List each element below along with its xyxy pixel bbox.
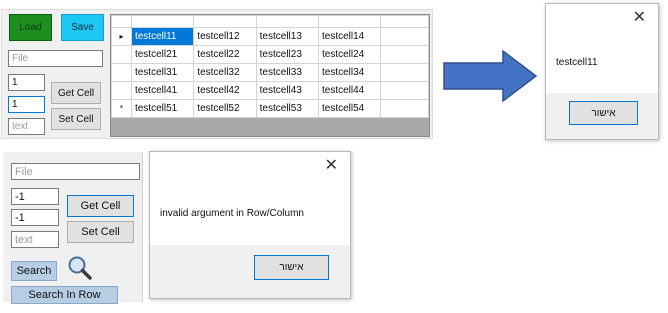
grid-cell[interactable]: [380, 27, 429, 46]
ok-button[interactable]: אישור: [254, 255, 329, 280]
row-header-current[interactable]: ▸: [111, 27, 132, 46]
grid-cell[interactable]: [380, 63, 429, 82]
table-row: testcell41 testcell42 testcell43 testcel…: [111, 81, 429, 100]
column-header[interactable]: [380, 15, 429, 28]
table-row: testcell31 testcell32 testcell33 testcel…: [111, 63, 429, 82]
grid-cell[interactable]: testcell31: [130, 63, 195, 82]
grid-cell[interactable]: testcell33: [255, 63, 320, 82]
get-cell-button[interactable]: Get Cell: [51, 82, 101, 104]
table-row: ▸ testcell11 testcell12 testcell13 testc…: [111, 27, 429, 46]
file-field[interactable]: File: [11, 163, 140, 180]
table-row: testcell21 testcell22 testcell23 testcel…: [111, 45, 429, 64]
message-dialog-error: ✕ invalid argument in Row/Column אישור: [149, 151, 351, 299]
load-button[interactable]: Load: [9, 14, 52, 41]
data-grid[interactable]: ▸ testcell11 testcell12 testcell13 testc…: [110, 14, 430, 137]
row-header-new[interactable]: *: [111, 99, 132, 118]
grid-cell[interactable]: [380, 99, 429, 118]
dialog-footer: אישור: [150, 245, 350, 298]
file-field[interactable]: File: [8, 50, 103, 67]
grid-cell[interactable]: testcell54: [317, 99, 382, 118]
grid-cell[interactable]: testcell23: [255, 45, 320, 64]
right-arrow-icon: [443, 50, 538, 102]
row-header[interactable]: [111, 81, 132, 100]
grid-corner: [111, 15, 132, 28]
row-header[interactable]: [111, 45, 132, 64]
dialog-footer: אישור: [546, 93, 658, 139]
search-in-row-button[interactable]: Search In Row: [11, 286, 118, 304]
row-field[interactable]: -1: [11, 188, 59, 205]
grid-cell[interactable]: testcell53: [255, 99, 320, 118]
grid-cell[interactable]: [380, 81, 429, 100]
column-field[interactable]: -1: [11, 209, 59, 226]
close-icon[interactable]: ✕: [325, 158, 338, 174]
grid-cell[interactable]: testcell41: [130, 81, 195, 100]
set-cell-button[interactable]: Set Cell: [67, 221, 134, 243]
grid-cell[interactable]: testcell34: [317, 63, 382, 82]
grid-cell[interactable]: testcell44: [317, 81, 382, 100]
ok-button[interactable]: אישור: [569, 101, 638, 125]
column-header[interactable]: [193, 15, 257, 28]
grid-cell-selected[interactable]: testcell11: [130, 27, 195, 46]
magnifier-icon[interactable]: [67, 255, 93, 281]
grid-cell[interactable]: testcell52: [193, 99, 257, 118]
close-icon[interactable]: ✕: [633, 10, 646, 26]
column-field[interactable]: 1: [8, 96, 45, 113]
grid-cell[interactable]: testcell42: [193, 81, 257, 100]
grid-cell[interactable]: testcell13: [255, 27, 320, 46]
text-field[interactable]: text: [8, 118, 45, 135]
table-row: * testcell51 testcell52 testcell53 testc…: [111, 99, 429, 118]
set-cell-button[interactable]: Set Cell: [51, 108, 101, 130]
grid-table: ▸ testcell11 testcell12 testcell13 testc…: [111, 15, 429, 118]
row-header[interactable]: [111, 63, 132, 82]
search-button[interactable]: Search: [11, 261, 57, 281]
grid-cell[interactable]: testcell14: [317, 27, 382, 46]
message-dialog-result: ✕ testcell11 אישור: [545, 3, 659, 140]
grid-cell[interactable]: testcell51: [130, 99, 195, 118]
grid-header-row: [111, 15, 429, 28]
dialog-message: invalid argument in Row/Column: [160, 208, 304, 219]
text-field[interactable]: text: [11, 231, 59, 248]
grid-cell[interactable]: testcell32: [193, 63, 257, 82]
column-header[interactable]: [317, 15, 382, 28]
dialog-message: testcell11: [556, 57, 598, 68]
column-header[interactable]: [255, 15, 320, 28]
grid-cell[interactable]: testcell43: [255, 81, 320, 100]
grid-cell[interactable]: testcell22: [193, 45, 257, 64]
column-header[interactable]: [130, 15, 195, 28]
grid-cell[interactable]: testcell24: [317, 45, 382, 64]
bottom-form-panel: File -1 -1 text Get Cell Set Cell Search…: [3, 152, 143, 304]
grid-cell[interactable]: testcell12: [193, 27, 257, 46]
save-button[interactable]: Save: [61, 14, 104, 41]
grid-cell[interactable]: [380, 45, 429, 64]
grid-cell[interactable]: testcell21: [130, 45, 195, 64]
get-cell-button[interactable]: Get Cell: [67, 195, 134, 217]
row-field[interactable]: 1: [8, 74, 45, 91]
